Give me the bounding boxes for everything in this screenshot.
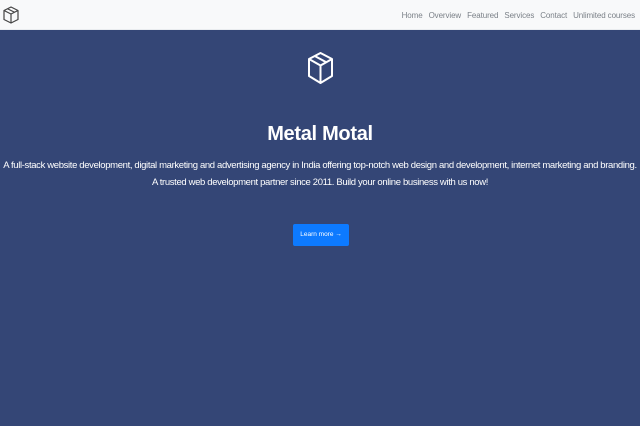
hero-title: Metal Motal xyxy=(267,123,373,145)
nav-link-contact[interactable]: Contact xyxy=(540,11,567,20)
nav-link-home[interactable]: Home xyxy=(402,11,423,20)
hero-section: Metal Motal A full-stack website develop… xyxy=(0,30,640,426)
box-icon[interactable] xyxy=(3,6,19,24)
hero-description: A full-stack website development, digita… xyxy=(3,160,637,171)
box-icon xyxy=(307,51,334,85)
learn-more-button[interactable]: Learn more → xyxy=(293,224,349,246)
nav-link-services[interactable]: Services xyxy=(504,11,534,20)
top-navbar: Home Overview Featured Services Contact … xyxy=(0,0,640,30)
hero-tagline: A trusted web development partner since … xyxy=(151,177,489,188)
nav-link-featured[interactable]: Featured xyxy=(467,11,498,20)
nav-link-overview[interactable]: Overview xyxy=(429,11,462,20)
nav-link-unlimited-courses[interactable]: Unlimited courses xyxy=(573,11,635,20)
nav-links: Home Overview Featured Services Contact … xyxy=(402,0,635,30)
